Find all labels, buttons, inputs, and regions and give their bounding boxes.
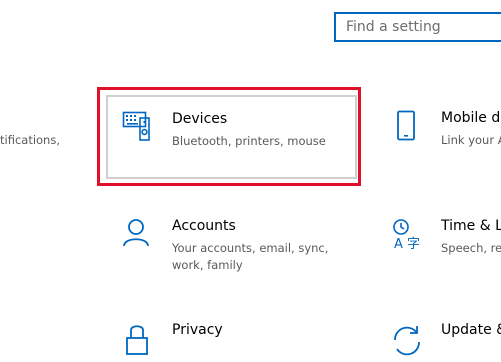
tile-update-security-title: Update & (441, 322, 501, 338)
tile-time-language-desc: Speech, reg (441, 241, 501, 255)
svg-text:字: 字 (407, 237, 420, 252)
tile-mobile[interactable]: Mobile de Link your A (391, 110, 501, 154)
tile-update-security[interactable]: Update & (391, 322, 501, 356)
svg-text:A: A (394, 237, 403, 252)
search-box[interactable] (334, 12, 501, 42)
tile-accounts-desc: Your accounts, email, sync, work, family (172, 241, 329, 272)
phone-icon (391, 110, 427, 146)
tile-time-language-title: Time & La (441, 218, 501, 234)
tile-accounts[interactable]: Accounts Your accounts, email, sync, wor… (122, 218, 342, 274)
tile-privacy[interactable]: Privacy (122, 322, 322, 355)
partial-description-left: tifications, (0, 133, 60, 147)
tile-privacy-title: Privacy (172, 322, 223, 338)
lock-icon (122, 322, 158, 358)
person-icon (122, 218, 158, 254)
time-language-icon: A 字 (391, 218, 427, 254)
sync-arrows-icon (391, 322, 427, 358)
search-input[interactable] (336, 14, 501, 40)
tile-mobile-desc: Link your A (441, 133, 501, 147)
tile-time-language[interactable]: A 字 Time & La Speech, reg (391, 218, 501, 258)
tile-mobile-title: Mobile de (441, 110, 501, 126)
tile-accounts-title: Accounts (172, 218, 236, 234)
red-highlight-frame (97, 87, 361, 186)
